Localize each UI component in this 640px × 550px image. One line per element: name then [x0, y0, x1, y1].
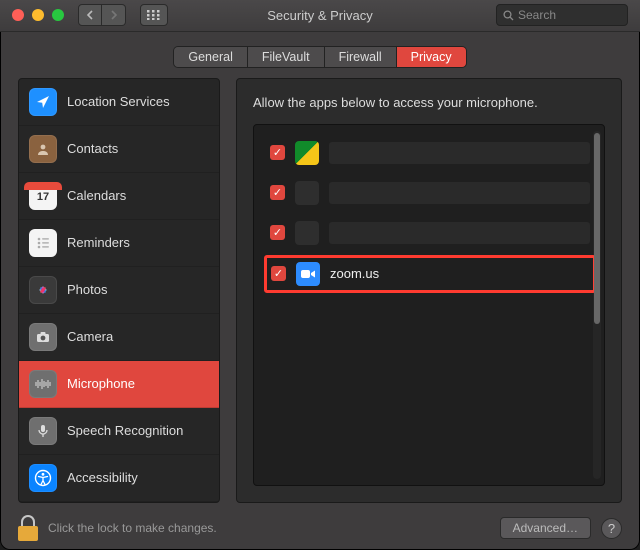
- contacts-icon: [29, 135, 57, 163]
- back-button[interactable]: [78, 4, 102, 26]
- sidebar-item-microphone[interactable]: Microphone: [19, 361, 219, 408]
- sidebar-list[interactable]: Location Services Contacts 17: [19, 79, 219, 502]
- tab-privacy[interactable]: Privacy: [397, 47, 466, 67]
- photos-icon: [29, 276, 57, 304]
- location-icon: [29, 88, 57, 116]
- tab-segmented: General FileVault Firewall Privacy: [173, 46, 466, 68]
- search-placeholder: Search: [518, 8, 556, 22]
- sidebar-item-label: Speech Recognition: [67, 423, 183, 438]
- zoom-app-icon: [296, 262, 320, 286]
- search-icon: [503, 10, 514, 21]
- help-button[interactable]: ?: [601, 518, 622, 539]
- sidebar-item-contacts[interactable]: Contacts: [19, 126, 219, 173]
- sidebar-item-photos[interactable]: Photos: [19, 267, 219, 314]
- sidebar-item-label: Accessibility: [67, 470, 138, 485]
- app-list[interactable]: ✓ ✓ ✓ ✓: [253, 124, 605, 486]
- video-icon: [300, 268, 316, 280]
- main-panel: Allow the apps below to access your micr…: [236, 78, 622, 503]
- sidebar-item-label: Photos: [67, 282, 107, 297]
- sidebar-item-speech[interactable]: Speech Recognition: [19, 408, 219, 455]
- forward-button[interactable]: [102, 4, 126, 26]
- app-row[interactable]: ✓: [264, 135, 596, 171]
- tab-filevault[interactable]: FileVault: [248, 47, 325, 67]
- checkbox[interactable]: ✓: [270, 185, 285, 200]
- nav-buttons: [78, 4, 126, 26]
- privacy-sidebar: Location Services Contacts 17: [18, 78, 220, 503]
- scrollbar[interactable]: [593, 131, 601, 479]
- lock-text: Click the lock to make changes.: [48, 521, 217, 535]
- titlebar: Security & Privacy Search: [0, 0, 640, 32]
- window-controls: [12, 9, 64, 21]
- camera-icon: [29, 323, 57, 351]
- sidebar-item-label: Location Services: [67, 94, 170, 109]
- app-name-redacted: [329, 222, 590, 244]
- sidebar-item-label: Calendars: [67, 188, 126, 203]
- minimize-icon[interactable]: [32, 9, 44, 21]
- fullscreen-icon[interactable]: [52, 9, 64, 21]
- sidebar-item-accessibility[interactable]: Accessibility: [19, 455, 219, 502]
- app-icon: [295, 141, 319, 165]
- search-input[interactable]: Search: [496, 4, 628, 26]
- microphone-icon: [29, 370, 57, 398]
- checkbox[interactable]: ✓: [270, 225, 285, 240]
- app-icon: [295, 221, 319, 245]
- checkbox[interactable]: ✓: [271, 266, 286, 281]
- app-name: zoom.us: [330, 266, 379, 281]
- sidebar-item-label: Microphone: [67, 376, 135, 391]
- show-all-button[interactable]: [140, 4, 168, 26]
- sidebar-item-reminders[interactable]: Reminders: [19, 220, 219, 267]
- close-icon[interactable]: [12, 9, 24, 21]
- app-name-redacted: [329, 182, 590, 204]
- accessibility-icon: [29, 464, 57, 492]
- tab-general[interactable]: General: [174, 47, 247, 67]
- sidebar-item-label: Reminders: [67, 235, 130, 250]
- checkbox[interactable]: ✓: [270, 145, 285, 160]
- sidebar-item-label: Contacts: [67, 141, 118, 156]
- speech-icon: [29, 417, 57, 445]
- tab-bar: General FileVault Firewall Privacy: [0, 32, 640, 78]
- sidebar-item-location[interactable]: Location Services: [19, 79, 219, 126]
- reminders-icon: [29, 229, 57, 257]
- app-row[interactable]: ✓: [264, 175, 596, 211]
- tab-firewall[interactable]: Firewall: [325, 47, 397, 67]
- sidebar-item-camera[interactable]: Camera: [19, 314, 219, 361]
- app-name-redacted: [329, 142, 590, 164]
- advanced-button[interactable]: Advanced…: [500, 517, 591, 539]
- app-row[interactable]: ✓: [264, 215, 596, 251]
- app-row-zoom[interactable]: ✓ zoom.us: [264, 255, 596, 293]
- footer: Click the lock to make changes. Advanced…: [0, 513, 640, 550]
- sidebar-item-label: Camera: [67, 329, 113, 344]
- content-area: Location Services Contacts 17: [0, 78, 640, 513]
- sidebar-item-calendars[interactable]: 17 Calendars: [19, 173, 219, 220]
- lock-icon[interactable]: [18, 515, 38, 541]
- app-icon: [295, 181, 319, 205]
- panel-heading: Allow the apps below to access your micr…: [253, 95, 605, 110]
- calendar-icon: 17: [29, 182, 57, 210]
- preferences-window: Security & Privacy Search General FileVa…: [0, 0, 640, 550]
